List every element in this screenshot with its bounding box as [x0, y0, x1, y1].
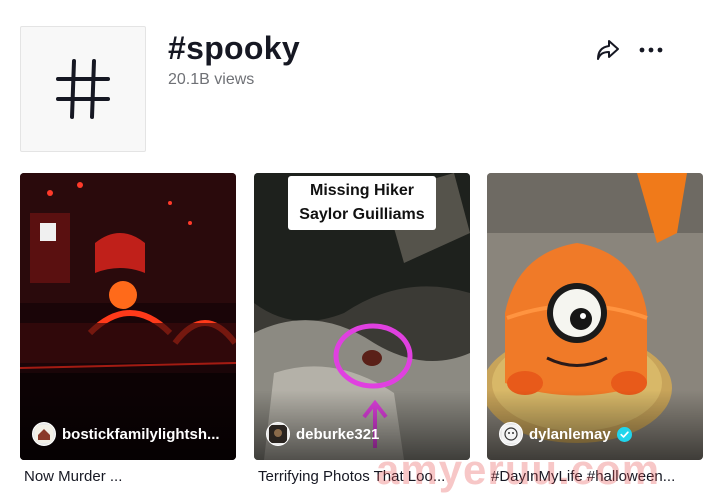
video-caption-2[interactable]: Terrifying Photos That Loo...: [258, 468, 474, 485]
avatar-cartoon-icon: [499, 422, 523, 446]
verified-badge-icon: [616, 426, 632, 442]
more-options-button[interactable]: [636, 36, 666, 64]
author-name: deburke321: [296, 425, 380, 443]
video-caption-3[interactable]: #DayInMyLife #halloween...: [491, 468, 707, 485]
video-author-3[interactable]: dylanlemay: [499, 422, 632, 446]
video-author-2[interactable]: deburke321: [266, 422, 379, 446]
video-caption-1[interactable]: Now Murder ...: [24, 468, 240, 485]
video-card-1[interactable]: bostickfamilylightsh...: [20, 173, 236, 460]
overlay-line-1: Missing Hiker: [309, 182, 415, 199]
author-name: dylanlemay: [529, 425, 611, 443]
share-button[interactable]: [593, 36, 623, 64]
avatar-dark-icon: [266, 422, 290, 446]
share-arrow-icon: [597, 40, 619, 60]
avatar-house-icon: [32, 422, 56, 446]
video-author-1[interactable]: bostickfamilylightsh...: [32, 422, 220, 446]
ellipsis-icon: [639, 47, 663, 53]
page-title: #spooky: [168, 30, 300, 66]
video-card-3[interactable]: dylanlemay: [487, 173, 703, 460]
author-name: bostickfamilylightsh...: [62, 425, 220, 443]
hashtag-icon: [56, 59, 110, 119]
hashtag-avatar: [20, 26, 146, 152]
views-count: 20.1B views: [168, 71, 255, 88]
video-card-2[interactable]: Missing Hiker Saylor Guilliams deburke32…: [254, 173, 470, 460]
video-overlay-text: Missing Hiker Saylor Guilliams: [288, 179, 436, 227]
overlay-line-2: Saylor Guilliams: [299, 206, 425, 223]
